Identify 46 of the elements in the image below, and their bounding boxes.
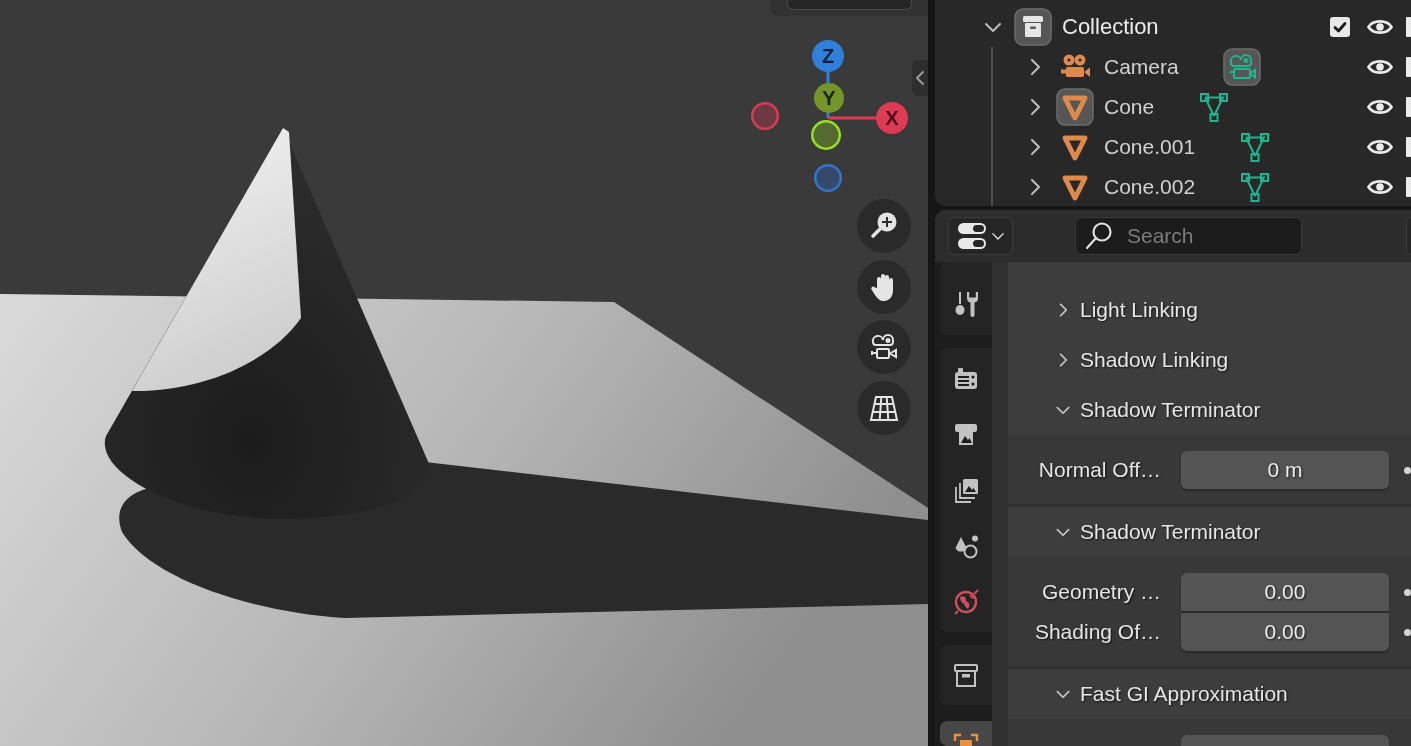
dot-icon[interactable] — [1404, 466, 1411, 474]
checkbox[interactable] — [1330, 17, 1350, 37]
panel-header[interactable]: Fast GI Approximation — [1008, 669, 1411, 719]
number-field[interactable] — [1181, 735, 1389, 746]
item-name[interactable]: Cone.002 — [1104, 175, 1196, 199]
negative-y-handle[interactable] — [811, 120, 841, 150]
globe-icon — [952, 588, 980, 616]
field-label: Normal Off… — [1037, 458, 1161, 482]
number-field[interactable]: 0 m — [1181, 451, 1389, 489]
item-name[interactable]: Cone — [1104, 95, 1155, 119]
negative-x-handle[interactable] — [751, 102, 779, 130]
clipped-icon — [1406, 17, 1411, 37]
y-axis-handle[interactable]: Y — [814, 83, 844, 113]
eye-icon[interactable] — [1367, 178, 1393, 196]
eye-icon[interactable] — [1367, 138, 1393, 156]
clipped-icon — [1406, 57, 1411, 77]
field-label: Shading Of… — [1033, 620, 1161, 644]
number-field[interactable]: 0.00 — [1181, 573, 1389, 611]
clipped-icon — [1406, 97, 1411, 117]
item-name[interactable]: Collection — [1062, 14, 1159, 40]
eye-icon[interactable] — [1367, 18, 1393, 36]
clipped-icon — [1406, 177, 1411, 197]
properties-tab[interactable] — [940, 721, 992, 746]
negative-z-handle[interactable] — [814, 164, 842, 192]
panel-header[interactable]: Shadow Linking — [1008, 335, 1411, 385]
box-icon — [952, 661, 980, 689]
item-name[interactable]: Camera — [1104, 55, 1179, 79]
eye-icon[interactable] — [1367, 58, 1393, 76]
image-stack-icon — [952, 476, 980, 504]
toggle-icon — [957, 221, 987, 251]
dot-icon[interactable] — [1404, 588, 1411, 596]
object-square-icon — [952, 732, 980, 746]
chevron-left-icon — [915, 70, 925, 86]
dot-icon[interactable] — [1404, 628, 1411, 636]
panel-header[interactable]: Shadow Terminator — [1008, 385, 1411, 435]
search-field[interactable]: Search — [1075, 217, 1302, 255]
eye-icon[interactable] — [1367, 98, 1393, 116]
search-icon — [1084, 221, 1114, 251]
sidebar-toggle-button[interactable] — [912, 60, 928, 96]
item-name[interactable]: Cone.001 — [1104, 135, 1196, 159]
field-label: Geometry … — [1040, 580, 1161, 604]
panel-header[interactable]: Light Linking — [1008, 285, 1411, 335]
clipped-icon — [1406, 137, 1411, 157]
number-field[interactable]: 0.00 — [1181, 613, 1389, 651]
editor-type-button[interactable] — [948, 217, 1013, 255]
panel-header[interactable]: Shadow Terminator — [1008, 507, 1411, 557]
